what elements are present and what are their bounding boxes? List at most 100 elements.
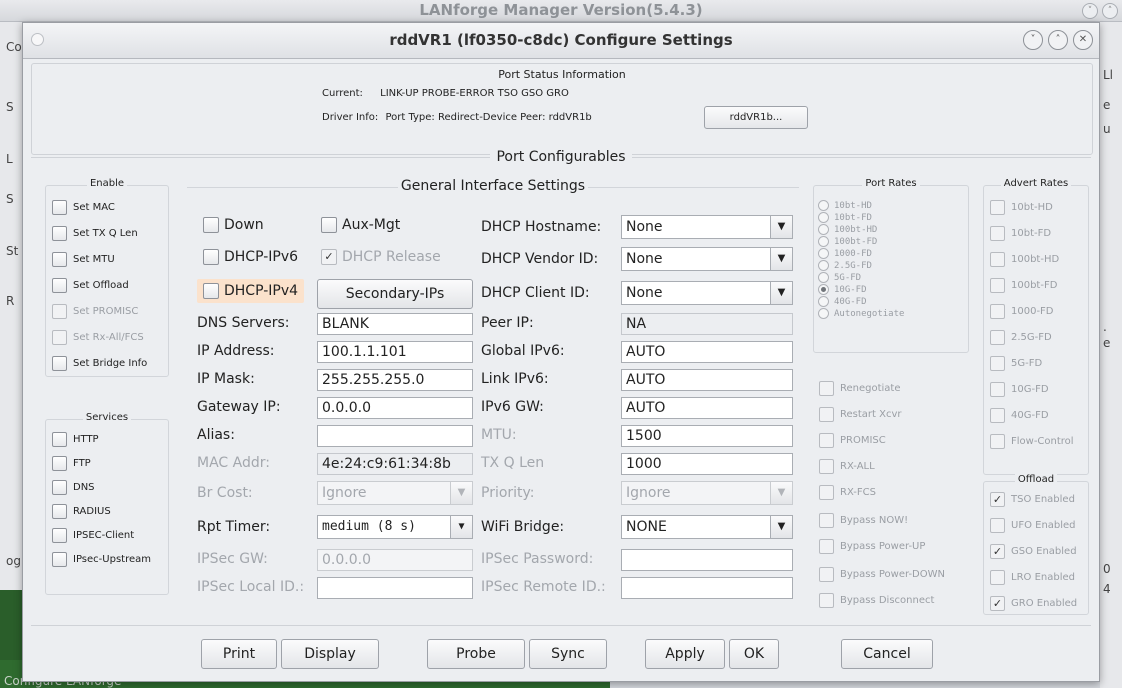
checkbox[interactable] (52, 432, 67, 447)
rate-2.5g-fd-radio: 2.5G-FD (818, 260, 872, 271)
bypass-disconnect-checkbox: Bypass Disconnect (819, 593, 934, 608)
down-checkbox[interactable]: Down (203, 217, 264, 233)
bg-text: L (6, 152, 13, 166)
dhcp-vendor-id-label: DHCP Vendor ID: (481, 251, 599, 267)
mtu-label: MTU: (481, 427, 517, 443)
sync-button[interactable]: Sync (529, 639, 607, 669)
checkbox (819, 485, 834, 500)
checkbox[interactable] (52, 356, 67, 371)
ipsec-remote-id-label: IPSec Remote ID.: (481, 579, 606, 595)
dns-servers-field[interactable]: BLANK (317, 313, 473, 335)
select-value: Ignore (322, 485, 367, 501)
dialog-titlebar[interactable]: rddVR1 (lf0350-c8dc) Configure Settings … (23, 23, 1099, 59)
dropdown-arrow-icon[interactable]: ▼ (770, 282, 792, 304)
background-left-strip: Co S L S St R og (0, 22, 24, 688)
checkbox (819, 513, 834, 528)
secondary-ips-button[interactable]: Secondary-IPs (317, 279, 473, 309)
set-bridge-info-checkbox[interactable]: Set Bridge Info (52, 356, 147, 371)
rpt-timer-select[interactable]: medium (8 s) ▼ (317, 515, 473, 539)
ipsec-password-field[interactable] (621, 549, 793, 571)
probe-button[interactable]: Probe (427, 639, 525, 669)
dhcp-ipv6-checkbox[interactable]: DHCP-IPv6 (203, 249, 298, 265)
advert-1000-fd-checkbox: 1000-FD (990, 304, 1054, 319)
checkbox: ✓ (990, 544, 1005, 559)
service-ftp-checkbox[interactable]: FTP (52, 456, 91, 471)
maximize-icon[interactable]: ˄ (1048, 30, 1068, 50)
print-button[interactable]: Print (201, 639, 277, 669)
checkbox[interactable] (52, 226, 67, 241)
set-mtu-checkbox[interactable]: Set MTU (52, 252, 115, 267)
alias-field[interactable] (317, 425, 473, 447)
ipsec-remote-id-field[interactable] (621, 577, 793, 599)
mtu-field[interactable]: 1500 (621, 425, 793, 447)
aux-mgt-checkbox[interactable]: Aux-Mgt (321, 217, 400, 233)
maximize-icon[interactable]: ˄ (1102, 3, 1118, 19)
checkbox-label: Set MTU (73, 254, 115, 265)
checkbox-label: DHCP-IPv4 (224, 283, 299, 299)
checkbox[interactable] (203, 249, 219, 265)
checkbox (990, 408, 1005, 423)
dhcp-vendor-id-select[interactable]: None ▼ (621, 247, 793, 271)
set-tx-q-len-checkbox[interactable]: Set TX Q Len (52, 226, 138, 241)
dropdown-arrow-icon[interactable]: ▼ (770, 516, 792, 538)
close-icon[interactable]: ✕ (1073, 30, 1093, 50)
minimize-icon[interactable]: ˅ (1023, 30, 1043, 50)
checkbox (819, 539, 834, 554)
checkbox (819, 407, 834, 422)
cancel-button[interactable]: Cancel (841, 639, 933, 669)
enable-legend: Enable (86, 178, 128, 189)
checkbox[interactable] (52, 480, 67, 495)
dropdown-arrow-icon[interactable]: ▼ (450, 516, 472, 538)
checkbox[interactable] (321, 217, 337, 233)
service-ipsec-client-checkbox[interactable]: IPSEC-Client (52, 528, 134, 543)
dropdown-arrow-icon[interactable]: ▼ (770, 216, 792, 238)
checkbox-label: 10bt-FD (1011, 228, 1052, 239)
service-ipsec-upstream-checkbox[interactable]: IPsec-Upstream (52, 552, 151, 567)
service-dns-checkbox[interactable]: DNS (52, 480, 95, 495)
services-group: Services HTTP FTP DNS RADIUS IPSEC-Clien… (45, 412, 169, 595)
driver-value: Port Type: Redirect-Device Peer: rddVR1b (385, 112, 592, 123)
peer-button[interactable]: rddVR1b... (704, 106, 808, 129)
checkbox[interactable] (52, 278, 67, 293)
tx-q-len-field[interactable]: 1000 (621, 453, 793, 475)
set-mac-checkbox[interactable]: Set MAC (52, 200, 115, 215)
apply-button[interactable]: Apply (645, 639, 725, 669)
ip-address-field[interactable]: 100.1.1.101 (317, 341, 473, 363)
checkbox (990, 434, 1005, 449)
checkbox[interactable] (52, 552, 67, 567)
checkbox[interactable] (52, 200, 67, 215)
radio (818, 284, 829, 295)
checkbox[interactable] (52, 456, 67, 471)
rate-5g-fd-radio: 5G-FD (818, 272, 861, 283)
dropdown-arrow-icon[interactable]: ▼ (770, 248, 792, 270)
service-http-checkbox[interactable]: HTTP (52, 432, 99, 447)
wifi-bridge-select[interactable]: NONE ▼ (621, 515, 793, 539)
checkbox[interactable] (52, 252, 67, 267)
display-button[interactable]: Display (281, 639, 379, 669)
link-ipv6-field[interactable]: AUTO (621, 369, 793, 391)
checkbox-label: Bypass Disconnect (840, 595, 935, 606)
dhcp-ipv4-checkbox[interactable]: DHCP-IPv4 (197, 279, 305, 303)
checkbox[interactable] (52, 504, 67, 519)
current-status-row: Current: LINK-UP PROBE-ERROR TSO GSO GRO (322, 88, 569, 99)
checkbox (990, 200, 1005, 215)
ipv6-gw-field[interactable]: AUTO (621, 397, 793, 419)
service-radius-checkbox[interactable]: RADIUS (52, 504, 111, 519)
rate-40g-fd-radio: 40G-FD (818, 296, 867, 307)
global-ipv6-field[interactable]: AUTO (621, 341, 793, 363)
checkbox (990, 570, 1005, 585)
ip-mask-field[interactable]: 255.255.255.0 (317, 369, 473, 391)
ok-button[interactable]: OK (729, 639, 779, 669)
ipsec-local-id-field[interactable] (317, 577, 473, 599)
radio-label: Autonegotiate (834, 308, 905, 319)
checkbox[interactable] (203, 217, 219, 233)
gateway-ip-field[interactable]: 0.0.0.0 (317, 397, 473, 419)
checkbox[interactable] (52, 528, 67, 543)
checkbox[interactable] (203, 283, 219, 299)
radio-label: 5G-FD (834, 272, 862, 283)
dhcp-client-id-select[interactable]: None ▼ (621, 281, 793, 305)
checkbox-label: Down (224, 217, 264, 233)
dhcp-hostname-select[interactable]: None ▼ (621, 215, 793, 239)
minimize-icon[interactable]: ˅ (1082, 3, 1098, 19)
set-offload-checkbox[interactable]: Set Offload (52, 278, 129, 293)
